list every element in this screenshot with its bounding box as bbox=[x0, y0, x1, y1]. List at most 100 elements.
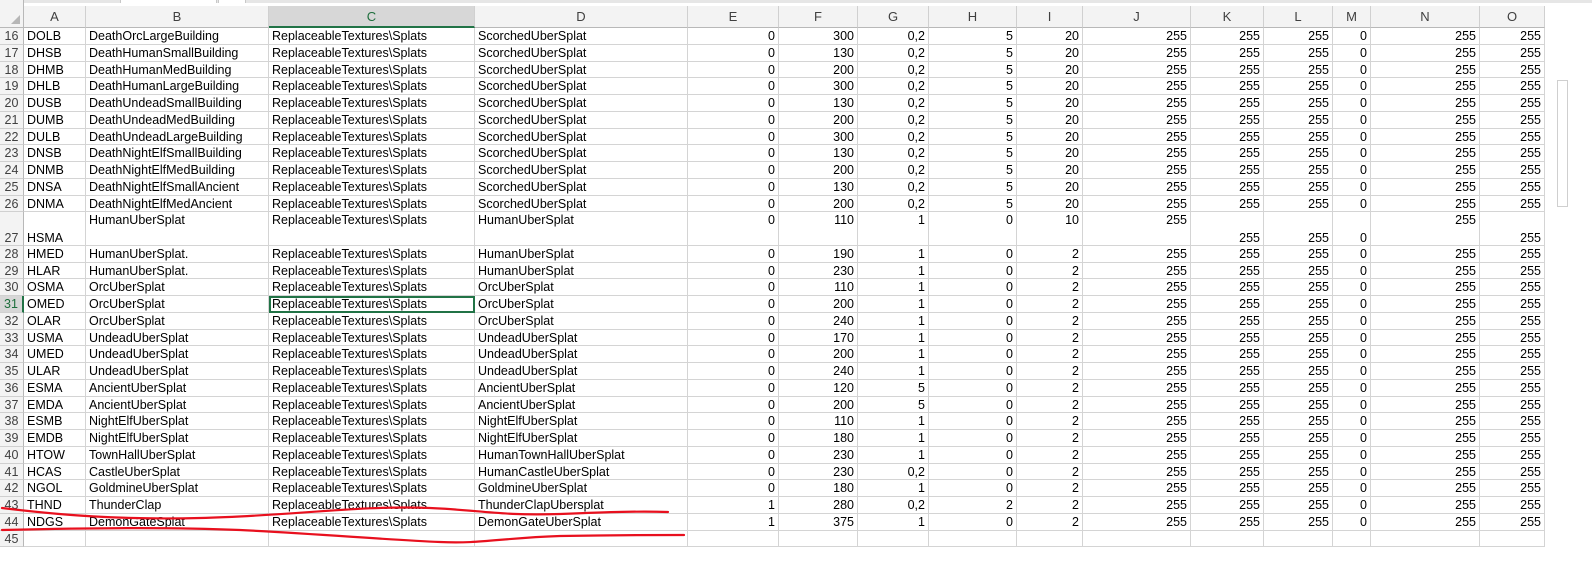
cell-h40[interactable]: 0 bbox=[929, 446, 1017, 464]
cell-m43[interactable]: 0 bbox=[1333, 497, 1371, 514]
row-header-27[interactable]: 27 bbox=[0, 212, 24, 246]
cell-o26[interactable]: 255 bbox=[1480, 195, 1545, 213]
cell-o23[interactable]: 255 bbox=[1480, 145, 1545, 162]
cell-e32[interactable]: 0 bbox=[688, 312, 779, 330]
cell-a16[interactable]: DOLB bbox=[24, 28, 86, 45]
cell-m20[interactable]: 0 bbox=[1333, 95, 1371, 112]
cell-d41[interactable]: HumanCastleUberSplat bbox=[475, 463, 688, 481]
row-header-20[interactable]: 20 bbox=[0, 95, 24, 112]
cell-c44[interactable]: ReplaceableTextures\Splats bbox=[269, 513, 475, 531]
cell-c43[interactable]: ReplaceableTextures\Splats bbox=[269, 497, 475, 514]
cell-j44[interactable]: 255 bbox=[1083, 513, 1191, 531]
row-header-24[interactable]: 24 bbox=[0, 162, 24, 179]
cell-d36[interactable]: AncientUberSplat bbox=[475, 379, 688, 397]
cell-k27[interactable]: 255 bbox=[1191, 212, 1264, 246]
cell-o44[interactable]: 255 bbox=[1480, 513, 1545, 531]
cell-o33[interactable]: 255 bbox=[1480, 329, 1545, 347]
cell-c40[interactable]: ReplaceableTextures\Splats bbox=[269, 446, 475, 464]
cell-b26[interactable]: DeathNightElfMedAncient bbox=[86, 195, 269, 213]
cell-l34[interactable]: 255 bbox=[1264, 346, 1333, 363]
cell-d39[interactable]: NightElfUberSplat bbox=[475, 430, 688, 447]
cell-o43[interactable]: 255 bbox=[1480, 497, 1545, 514]
cell-l32[interactable]: 255 bbox=[1264, 312, 1333, 330]
cell-m28[interactable]: 0 bbox=[1333, 245, 1371, 263]
cell-o16[interactable]: 255 bbox=[1480, 28, 1545, 45]
cell-l42[interactable]: 255 bbox=[1264, 480, 1333, 497]
cell-a22[interactable]: DULB bbox=[24, 128, 86, 146]
row-header-37[interactable]: 37 bbox=[0, 396, 24, 414]
cell-f20[interactable]: 130 bbox=[779, 95, 858, 112]
cell-j29[interactable]: 255 bbox=[1083, 262, 1191, 280]
cell-i21[interactable]: 20 bbox=[1017, 111, 1083, 129]
cell-n31[interactable]: 255 bbox=[1371, 296, 1480, 313]
cell-n30[interactable]: 255 bbox=[1371, 279, 1480, 296]
cell-o28[interactable]: 255 bbox=[1480, 245, 1545, 263]
cell-i23[interactable]: 20 bbox=[1017, 145, 1083, 162]
cell-b29[interactable]: HumanUberSplat. bbox=[86, 262, 269, 280]
cell-o19[interactable]: 255 bbox=[1480, 78, 1545, 95]
cell-n36[interactable]: 255 bbox=[1371, 379, 1480, 397]
cell-h21[interactable]: 5 bbox=[929, 111, 1017, 129]
cell-g30[interactable]: 1 bbox=[858, 279, 929, 296]
cell-a20[interactable]: DUSB bbox=[24, 95, 86, 112]
cell-n21[interactable]: 255 bbox=[1371, 111, 1480, 129]
cell-f43[interactable]: 280 bbox=[779, 497, 858, 514]
cell-i38[interactable]: 2 bbox=[1017, 413, 1083, 430]
column-header-a[interactable]: A bbox=[24, 6, 86, 28]
cell-e30[interactable]: 0 bbox=[688, 279, 779, 296]
cell-e40[interactable]: 0 bbox=[688, 446, 779, 464]
cell-c17[interactable]: ReplaceableTextures\Splats bbox=[269, 44, 475, 62]
cell-g40[interactable]: 1 bbox=[858, 446, 929, 464]
cell-m33[interactable]: 0 bbox=[1333, 329, 1371, 347]
cell-d43[interactable]: ThunderClapUbersplat bbox=[475, 497, 688, 514]
cell-l26[interactable]: 255 bbox=[1264, 195, 1333, 213]
cell-k19[interactable]: 255 bbox=[1191, 78, 1264, 95]
cell-i45[interactable] bbox=[1017, 530, 1083, 548]
cell-n27[interactable]: 255 bbox=[1371, 212, 1480, 246]
cell-c33[interactable]: ReplaceableTextures\Splats bbox=[269, 329, 475, 347]
cell-a41[interactable]: HCAS bbox=[24, 463, 86, 481]
cell-g24[interactable]: 0,2 bbox=[858, 162, 929, 179]
cell-a28[interactable]: HMED bbox=[24, 245, 86, 263]
cell-a45[interactable] bbox=[24, 530, 86, 548]
row-header-34[interactable]: 34 bbox=[0, 346, 24, 363]
cell-a34[interactable]: UMED bbox=[24, 346, 86, 363]
cell-m26[interactable]: 0 bbox=[1333, 195, 1371, 213]
cell-d30[interactable]: OrcUberSplat bbox=[475, 279, 688, 296]
cell-e19[interactable]: 0 bbox=[688, 78, 779, 95]
cell-g37[interactable]: 5 bbox=[858, 396, 929, 414]
cell-o30[interactable]: 255 bbox=[1480, 279, 1545, 296]
cell-b21[interactable]: DeathUndeadMedBuilding bbox=[86, 111, 269, 129]
cell-n18[interactable]: 255 bbox=[1371, 61, 1480, 79]
column-header-o[interactable]: O bbox=[1480, 6, 1545, 28]
cell-d16[interactable]: ScorchedUberSplat bbox=[475, 28, 688, 45]
cell-o31[interactable]: 255 bbox=[1480, 296, 1545, 313]
cell-m23[interactable]: 0 bbox=[1333, 145, 1371, 162]
row-header-21[interactable]: 21 bbox=[0, 111, 24, 129]
cell-h17[interactable]: 5 bbox=[929, 44, 1017, 62]
cell-c38[interactable]: ReplaceableTextures\Splats bbox=[269, 413, 475, 430]
cell-c35[interactable]: ReplaceableTextures\Splats bbox=[269, 363, 475, 380]
cell-i44[interactable]: 2 bbox=[1017, 513, 1083, 531]
cell-g25[interactable]: 0,2 bbox=[858, 178, 929, 196]
row-header-31[interactable]: 31 bbox=[0, 296, 24, 313]
cell-m17[interactable]: 0 bbox=[1333, 44, 1371, 62]
cell-h33[interactable]: 0 bbox=[929, 329, 1017, 347]
cell-k26[interactable]: 255 bbox=[1191, 195, 1264, 213]
cell-h30[interactable]: 0 bbox=[929, 279, 1017, 296]
cell-l29[interactable]: 255 bbox=[1264, 262, 1333, 280]
cell-m45[interactable] bbox=[1333, 530, 1371, 548]
cell-i43[interactable]: 2 bbox=[1017, 497, 1083, 514]
cell-o37[interactable]: 255 bbox=[1480, 396, 1545, 414]
cell-c24[interactable]: ReplaceableTextures\Splats bbox=[269, 162, 475, 179]
cell-j26[interactable]: 255 bbox=[1083, 195, 1191, 213]
cell-h45[interactable] bbox=[929, 530, 1017, 548]
cell-j45[interactable] bbox=[1083, 530, 1191, 548]
cell-b42[interactable]: GoldmineUberSplat bbox=[86, 480, 269, 497]
cell-e16[interactable]: 0 bbox=[688, 28, 779, 45]
cell-g21[interactable]: 0,2 bbox=[858, 111, 929, 129]
cell-d38[interactable]: NightElfUberSplat bbox=[475, 413, 688, 430]
cell-f38[interactable]: 110 bbox=[779, 413, 858, 430]
cell-b32[interactable]: OrcUberSplat bbox=[86, 312, 269, 330]
column-header-f[interactable]: F bbox=[779, 6, 858, 28]
